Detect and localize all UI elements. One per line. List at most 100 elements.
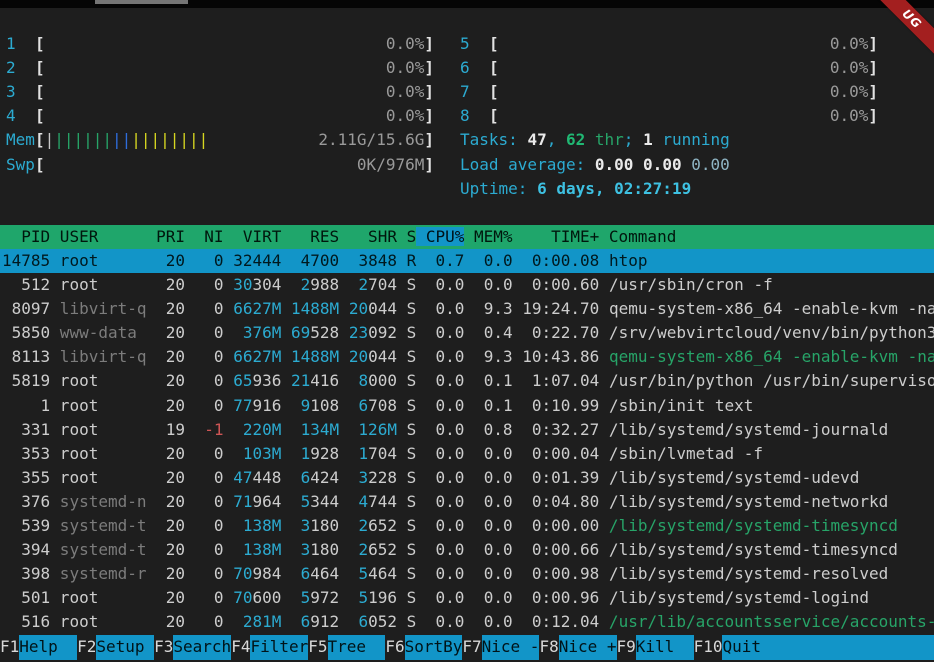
process-row[interactable]: 14785 root 20 0 32444 4700 3848 R 0.7 0.… [0,249,934,273]
cell-shr: 000 [368,371,397,390]
cell-shr-pad [339,323,349,342]
cell-pid: 1 [2,396,50,415]
cell-shr-pad [339,299,349,318]
cell-pri: 20 [147,612,186,631]
fkey-f1-help[interactable]: F1Help [0,635,77,660]
cell-res: 528 [310,323,339,342]
cell-user: systemd-n [50,492,146,511]
process-row[interactable]: 1 root 20 0 77916 9108 6708 S 0.0 0.1 0:… [0,394,934,418]
column-header-pri[interactable]: PRI [147,227,186,246]
cell-virt-pad [224,516,243,535]
cpu2-value: 0.0% [386,56,425,80]
cell-shr: 1 [358,444,368,463]
column-header-res[interactable]: RES [281,227,339,246]
fkey-number: F8 [539,635,558,660]
process-table: 14785 root 20 0 32444 4700 3848 R 0.7 0.… [0,249,934,635]
column-header-s[interactable]: S [397,227,416,246]
cell-ni: 0 [185,347,224,366]
fkey-f4-filter[interactable]: F4Filter [231,635,308,660]
cell-res: 6 [301,564,311,583]
column-header-command[interactable]: Command [599,227,676,246]
cell-res-pad [281,516,300,535]
process-row[interactable]: 355 root 20 0 47448 6424 3228 S 0.0 0.0 … [0,466,934,490]
cell-pid: 5819 [2,371,50,390]
cpu8-value: 0.0% [830,104,869,128]
cell-virt-pad [224,564,234,583]
process-row[interactable]: 5819 root 20 0 65936 21416 8000 S 0.0 0.… [0,369,934,393]
fkey-action-label: Kill [636,635,694,660]
cpu7-label: 7 [460,80,489,104]
cpu3-meter: 3[0.0%] [6,80,434,104]
cell-user: systemd-t [50,516,146,535]
meter-open-bracket: [ [35,128,45,152]
meter-open-bracket: [ [35,80,45,104]
cell-ni: 0 [185,564,224,583]
process-row[interactable]: 398 systemd-r 20 0 70984 6464 5464 S 0.0… [0,562,934,586]
process-row[interactable]: 376 systemd-n 20 0 71964 5344 4744 S 0.0… [0,490,934,514]
cell-shr: 2 [358,516,368,535]
fkey-f7-nice[interactable]: F7Nice - [462,635,539,660]
fkey-f6-sortby[interactable]: F6SortBy [385,635,462,660]
meter-close-bracket: ] [424,128,434,152]
cell-res: 972 [310,588,339,607]
cell-pid: 14785 [2,251,50,270]
cell-shr: 052 [368,612,397,631]
cell-shr: 092 [368,323,397,342]
meter-close-bracket: ] [424,104,434,128]
tasks-semicolon: ; [624,130,634,149]
cell-shr: 228 [368,468,397,487]
fkey-f9-kill[interactable]: F9Kill [617,635,694,660]
cell-virt: 936 [252,371,281,390]
cell-shr-pad [339,612,358,631]
column-header-pid[interactable]: PID [2,227,50,246]
process-row[interactable]: 501 root 20 0 70600 5972 5196 S 0.0 0.0 … [0,586,934,610]
cell-pri: 20 [147,396,186,415]
fkey-f8-nice[interactable]: F8Nice + [539,635,616,660]
cell-res: 1 [301,444,311,463]
process-row[interactable]: 5850 www-data 20 0 376M 69528 23092 S 0.… [0,321,934,345]
cell-res-pad [281,540,300,559]
cpu5-meter: 5[0.0%] [460,32,878,56]
mem-bar-segment: | [102,128,112,152]
column-header-time[interactable]: TIME+ [513,227,600,246]
fkey-f3-search[interactable]: F3Search [154,635,231,660]
cell-mem-percent: 0.1 [464,396,512,415]
process-row[interactable]: 353 root 20 0 103M 1928 1704 S 0.0 0.0 0… [0,442,934,466]
cell-virt: 32 [233,251,252,270]
column-header-user[interactable]: USER [50,227,146,246]
process-row[interactable]: 331 root 19 -1 220M 134M 126M S 0.0 0.8 … [0,418,934,442]
cell-time: 0:12.04 [513,612,600,631]
process-row[interactable]: 539 systemd-t 20 0 138M 3180 2652 S 0.0 … [0,514,934,538]
cell-command: qemu-system-x86_64 -enable-kvm -na [599,347,934,366]
cell-state: S [397,299,416,318]
process-row[interactable]: 8113 libvirt-q 20 0 6627M 1488M 20044 S … [0,345,934,369]
cell-user: root [50,420,146,439]
cell-mem-percent: 0.4 [464,323,512,342]
cell-pid: 8097 [2,299,50,318]
process-row[interactable]: 394 systemd-t 20 0 138M 3180 2652 S 0.0 … [0,538,934,562]
cell-res-pad [281,612,300,631]
column-header-shr[interactable]: SHR [339,227,397,246]
cell-state: S [397,588,416,607]
process-row[interactable]: 8097 libvirt-q 20 0 6627M 1488M 20044 S … [0,297,934,321]
column-header-virt[interactable]: VIRT [224,227,282,246]
process-row[interactable]: 516 root 20 0 281M 6912 6052 S 0.0 0.0 0… [0,610,934,634]
cell-user: root [50,588,146,607]
fkey-f2-setup[interactable]: F2Setup [77,635,154,660]
cell-mem-percent: 0.1 [464,371,512,390]
fkey-f10-quit[interactable]: F10Quit [694,635,934,660]
column-header-mem[interactable]: MEM% [464,227,512,246]
process-row[interactable]: 512 root 20 0 30304 2988 2704 S 0.0 0.0 … [0,273,934,297]
column-header-ni[interactable]: NI [185,227,224,246]
meter-open-bracket: [ [489,80,499,104]
cell-ni: 0 [185,275,224,294]
cell-mem-percent: 0.0 [464,540,512,559]
cell-shr: 3 [358,468,368,487]
cell-pri: 20 [147,492,186,511]
cell-res: 6 [301,612,311,631]
column-header-cpu[interactable]: CPU% [416,227,464,246]
fkey-f5-tree[interactable]: F5Tree [308,635,385,660]
threads-label: thr [595,130,624,149]
cell-shr: 126M [358,420,397,439]
memory-bar-pipes: ||||||||||||||||| [45,128,209,152]
